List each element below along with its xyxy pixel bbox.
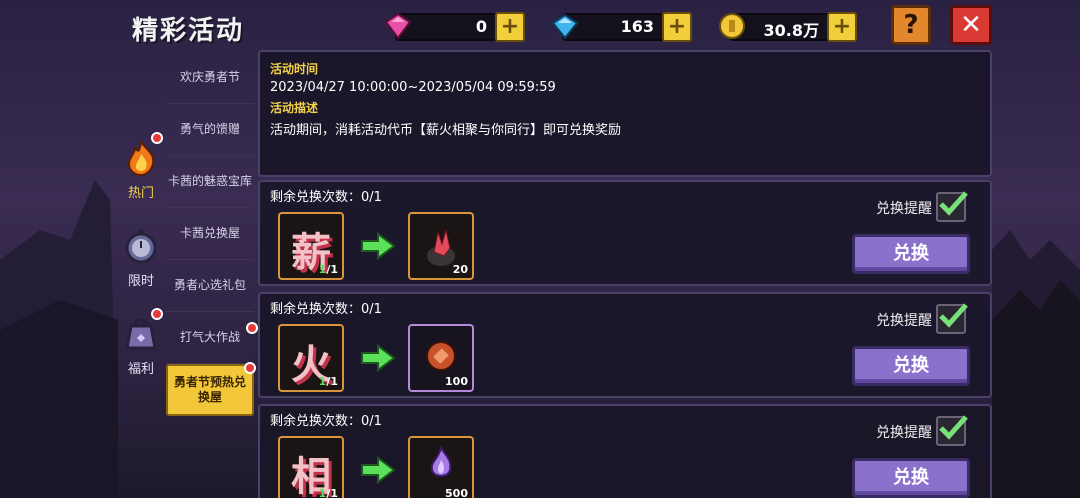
submenu-item[interactable]: 欢庆勇者节 xyxy=(166,52,254,104)
submenu-item[interactable]: 勇气的馈赠 xyxy=(166,104,254,156)
token-count: 1/1 xyxy=(318,263,338,276)
pink-gem-icon xyxy=(384,12,412,40)
submenu-item-label: 卡茜的魅惑宝库 xyxy=(168,174,253,188)
reward-count: 20 xyxy=(452,263,468,276)
submenu-item[interactable]: 卡茜兑换屋 xyxy=(166,208,254,260)
exchange-button[interactable]: 兑换 xyxy=(852,458,970,498)
gold-coin-icon xyxy=(719,13,745,39)
currency-blue-diamond: 163 + xyxy=(551,12,692,42)
exchange-card: 剩余兑换次数：0/1 火 1/1 100 兑换提醒 兑换 xyxy=(258,292,992,398)
reward-count: 100 xyxy=(445,375,468,388)
token-slot[interactable]: 薪 1/1 xyxy=(278,212,344,280)
add-pink-gem-button[interactable]: + xyxy=(495,12,525,42)
close-button[interactable]: ✕ xyxy=(950,5,992,45)
add-blue-diamond-button[interactable]: + xyxy=(662,12,692,42)
exchange-card: 剩余兑换次数：0/1 相 1/1 500 兑换提醒 兑换 xyxy=(258,404,992,498)
arrow-right-icon xyxy=(361,456,396,484)
category-limited[interactable]: 限时 xyxy=(118,228,164,289)
arrow-right-icon xyxy=(361,232,396,260)
submenu-item-label: 卡茜兑换屋 xyxy=(179,226,240,240)
remind-checkbox[interactable] xyxy=(936,303,968,334)
submenu-item-active[interactable]: 勇者节预热兑换屋 xyxy=(166,362,256,416)
reward-slot[interactable]: 100 xyxy=(408,324,474,392)
notification-dot xyxy=(244,362,256,374)
stopwatch-icon xyxy=(125,229,157,264)
submenu-item-label: 勇者心选礼包 xyxy=(173,278,246,292)
activity-time-heading: 活动时间 xyxy=(270,62,319,76)
submenu-item-label: 欢庆勇者节 xyxy=(179,70,240,84)
activity-info-panel: 活动时间 2023/04/27 10:00:00~2023/05/04 09:5… xyxy=(258,50,992,177)
remind-checkbox[interactable] xyxy=(936,415,968,446)
token-count: 1/1 xyxy=(318,375,338,388)
blue-diamond-icon xyxy=(551,13,579,40)
submenu-item[interactable]: 勇者心选礼包 xyxy=(166,260,254,312)
reward-count: 500 xyxy=(445,487,468,498)
submenu-item[interactable]: 打气大作战 xyxy=(166,312,258,364)
help-button[interactable]: ? xyxy=(891,5,931,45)
notification-dot xyxy=(151,132,163,144)
remaining-count: 剩余兑换次数：0/1 xyxy=(270,414,382,429)
category-hot[interactable]: 热门 xyxy=(118,139,164,201)
category-hot-label: 热门 xyxy=(127,186,154,201)
exchange-button[interactable]: 兑换 xyxy=(852,234,970,274)
currency-gold-coin: 30.8万 + xyxy=(719,12,857,42)
token-slot[interactable]: 火 1/1 xyxy=(278,324,344,392)
activity-desc-value: 活动期间，消耗活动代币【薪火相聚与你同行】即可兑换奖励 xyxy=(270,123,622,138)
checkmark-icon xyxy=(939,303,968,328)
reward-slot[interactable]: 500 xyxy=(408,436,474,498)
category-welfare[interactable]: 福利 xyxy=(118,316,164,377)
blue-diamond-value: 163 xyxy=(620,17,654,36)
exchange-card: 剩余兑换次数：0/1 薪 1/1 20 兑换提醒 兑换 xyxy=(258,180,992,286)
submenu-item-label: 勇气的馈赠 xyxy=(179,122,240,136)
checkmark-icon xyxy=(939,191,968,216)
category-welfare-label: 福利 xyxy=(127,362,154,377)
activity-desc-heading: 活动描述 xyxy=(270,101,319,115)
notification-dot xyxy=(246,322,258,334)
arrow-right-icon xyxy=(361,344,396,372)
pink-gem-value: 0 xyxy=(475,17,487,36)
activity-time-value: 2023/04/27 10:00:00~2023/05/04 09:59:59 xyxy=(270,80,556,95)
gift-bag-icon xyxy=(125,318,157,350)
token-slot[interactable]: 相 1/1 xyxy=(278,436,344,498)
page-title: 精彩活动 xyxy=(132,16,245,46)
gold-coin-value: 30.8万 xyxy=(763,21,819,40)
reward-slot[interactable]: 20 xyxy=(408,212,474,280)
remind-label: 兑换提醒 xyxy=(876,201,932,217)
remind-label: 兑换提醒 xyxy=(876,313,932,329)
exchange-button[interactable]: 兑换 xyxy=(852,346,970,386)
remaining-count: 剩余兑换次数：0/1 xyxy=(270,302,382,317)
submenu-item[interactable]: 卡茜的魅惑宝库 xyxy=(166,156,254,208)
activity-submenu: 欢庆勇者节 勇气的馈赠 卡茜的魅惑宝库 卡茜兑换屋 勇者心选礼包 打气大作战 勇… xyxy=(166,52,258,416)
notification-dot xyxy=(151,308,163,320)
remind-label: 兑换提醒 xyxy=(876,425,932,441)
category-limited-label: 限时 xyxy=(127,274,154,289)
submenu-item-label: 打气大作战 xyxy=(179,330,240,344)
add-gold-coin-button[interactable]: + xyxy=(827,12,857,42)
checkmark-icon xyxy=(939,415,968,440)
currency-pink-gem: 0 + xyxy=(384,12,525,42)
remaining-count: 剩余兑换次数：0/1 xyxy=(270,190,382,205)
flame-icon xyxy=(127,139,155,177)
token-count: 1/1 xyxy=(318,487,338,498)
remind-checkbox[interactable] xyxy=(936,191,968,222)
submenu-item-label: 勇者节预热兑换屋 xyxy=(173,375,246,404)
